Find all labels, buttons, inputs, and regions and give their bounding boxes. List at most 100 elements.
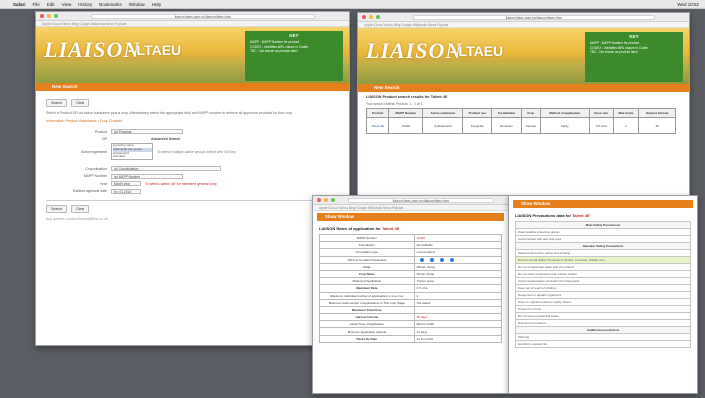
menu-bar: Safari File Edit View History Bookmarks …	[0, 0, 705, 9]
nav-new-search[interactable]: New Search	[358, 84, 689, 92]
search-button-bottom[interactable]: Search	[46, 204, 68, 213]
favorites-bar[interactable]: Apple iCloud Yahoo Bing Google Wikipedia…	[313, 205, 508, 211]
precaution-checkbox-icon[interactable]	[449, 257, 454, 262]
rate-field-value[interactable]	[413, 255, 503, 264]
dates-input[interactable]: Ex: 01 2014	[111, 188, 141, 194]
menu-item-window[interactable]: Window	[129, 2, 145, 7]
active-ingredient-label: Active ingredient	[81, 149, 107, 154]
table-row: Disposal of container	[515, 319, 691, 327]
window-titlebar: liaison.ltaeu.agri.eu/liaison/ltaeu.htm	[313, 196, 508, 205]
table-row: Main Safety Precautions	[515, 221, 691, 229]
rate-field-label: MAPP Number	[319, 233, 415, 243]
menu-item-file[interactable]: File	[33, 2, 40, 7]
nav-new-search[interactable]: New Search	[36, 83, 349, 91]
rate-field-label: Maximum Total Dose	[319, 305, 415, 315]
rate-field-value: Emulsifiable	[413, 241, 503, 250]
results-table: Product MAPP Number Active substance Pro…	[365, 108, 676, 134]
rate-field-value: 0.5 L/ha	[413, 284, 503, 293]
rate-field-value: Winter wheat	[413, 269, 503, 279]
rate-field-label: Method of Application	[319, 277, 415, 286]
close-window-button[interactable]	[40, 14, 44, 18]
precaution-item: Do not contaminate water with the produc…	[515, 263, 691, 271]
menu-item-edit[interactable]: Edit	[47, 2, 55, 7]
column-header: Dose rate	[588, 108, 614, 118]
table-cell: Cyflufenamid	[422, 117, 464, 134]
menu-item-help[interactable]: Help	[152, 2, 161, 7]
table-row: Method of Application Tractor spray	[319, 277, 503, 286]
table-cell[interactable]: Talent 4E	[365, 117, 390, 134]
table-cell: 12345	[388, 117, 424, 134]
table-cell: 2	[612, 117, 640, 134]
crop-select[interactable]: (a) Crop/situation	[111, 166, 221, 172]
precaution-checkbox-icon[interactable]	[429, 257, 434, 262]
clear-button-bottom[interactable]: Clear	[71, 204, 90, 213]
ltaeu-logo: - LTAEU	[128, 42, 182, 58]
menu-item-bookmarks[interactable]: Bookmarks	[99, 2, 122, 7]
zoom-window-button[interactable]	[376, 15, 380, 19]
precaution-item: Disposal of container	[515, 319, 691, 327]
active-ingredient-list[interactable]: (a) Active name Abamectin (A1 group) Ace…	[111, 143, 153, 161]
list-option[interactable]: Aclonifen	[113, 155, 152, 159]
intro-text: Select a Product OR an active substance …	[46, 111, 293, 115]
results-title: LIAISON Product search results for Talen…	[366, 95, 448, 99]
menubar-clock: Wed 10:52	[677, 1, 699, 7]
rate-field-label: Crop	[319, 262, 415, 271]
menu-item-safari[interactable]: Safari	[13, 2, 26, 7]
precaution-checkbox-icon[interactable]	[419, 257, 424, 262]
key-box: KEY MAPP - MAPP Number for product CODEX…	[585, 32, 683, 82]
table-row: Maximum Total Dose	[319, 305, 503, 315]
table-row: Minimum Application Interval 14 days	[319, 327, 503, 336]
minimize-window-button[interactable]	[369, 15, 373, 19]
show-window-header: Show Window	[513, 200, 693, 208]
minimize-window-button[interactable]	[324, 198, 328, 202]
key-box: KEY MAPP - MAPP Number for product CODEX…	[245, 31, 343, 81]
table-header-row: Product MAPP Number Active substance Pro…	[365, 108, 676, 118]
rate-field-label: Pack Life Date	[319, 334, 415, 343]
search-button[interactable]: Search	[46, 99, 68, 107]
window-titlebar: liaison.ltaeu.agri.eu/liaison/ltaeu.htm	[358, 13, 689, 22]
column-header: Max treats	[612, 108, 640, 118]
rate-field-value: 35 days	[413, 313, 503, 322]
close-window-button[interactable]	[317, 198, 321, 202]
precaution-checkbox-icon[interactable]	[439, 257, 444, 262]
precautions-popup-window: Show Window LIAISON Precautions data for…	[508, 195, 698, 394]
precautions-title-product: Talent 4E	[572, 213, 590, 218]
table-row: Wash hands before eating and drinking	[515, 249, 691, 257]
close-window-button[interactable]	[362, 15, 366, 19]
table-row: Formulation type Concentrated	[319, 248, 503, 257]
mapp-select[interactable]: (a) MAPP Number	[111, 173, 183, 179]
rate-field-label: Harvest Interval	[319, 313, 415, 322]
clear-button[interactable]: Clear	[71, 99, 90, 107]
table-cell: Cereals	[520, 117, 541, 134]
rate-field-label: Maximum individual number of application…	[319, 291, 415, 300]
product-label: Product	[94, 129, 107, 134]
precaution-section-header: Additional precautions	[515, 326, 691, 334]
advanced-search-label: Advanced Search	[151, 136, 181, 141]
rate-field-value: Tractor spray	[413, 277, 503, 286]
table-cell: 0.5 L/ha	[588, 117, 614, 134]
precautions-title-text: LIAISON Precautions data for	[515, 213, 572, 218]
address-bar[interactable]: liaison.ltaeu.agri.eu/liaison/ltaeu.htm	[413, 14, 655, 20]
zoom-window-button[interactable]	[331, 198, 335, 202]
table-row: Avoid contact with skin and eyes	[515, 235, 691, 243]
menu-item-history[interactable]: History	[78, 2, 92, 7]
rates-popup-window: liaison.ltaeu.agri.eu/liaison/ltaeu.htm …	[312, 195, 509, 394]
or-label: OR	[101, 136, 107, 141]
rate-field-value	[413, 305, 503, 315]
help-link[interactable]: Information Product Assistance | Crop Ch…	[46, 119, 339, 123]
menu-item-view[interactable]: View	[62, 2, 72, 7]
minimize-window-button[interactable]	[47, 14, 51, 18]
product-select[interactable]: (a) Proposal	[111, 129, 183, 135]
zoom-window-button[interactable]	[54, 14, 58, 18]
address-bar[interactable]: liaison.ltaeu.agri.eu/liaison/ltaeu.htm	[348, 197, 494, 203]
address-bar[interactable]: liaison.ltaeu.agri.eu/liaison/ltaeu.htm	[91, 13, 315, 19]
column-header: MAPP Number	[388, 108, 424, 118]
precaution-item: Store in original container, tightly clo…	[515, 298, 691, 306]
window-titlebar: liaison.ltaeu.agri.eu/liaison/ltaeu.htm	[36, 12, 349, 21]
year-select[interactable]: Month year	[111, 181, 141, 187]
table-row: Pack Life Date 31 Oct 2019	[319, 334, 503, 343]
table-row: Protect from frost	[515, 305, 691, 313]
rate-field-label: Formulation	[319, 241, 415, 250]
column-header: Harvest interval	[638, 108, 676, 118]
table-row[interactable]: Talent 4E 12345 Cyflufenamid Fungicide E…	[365, 117, 676, 134]
